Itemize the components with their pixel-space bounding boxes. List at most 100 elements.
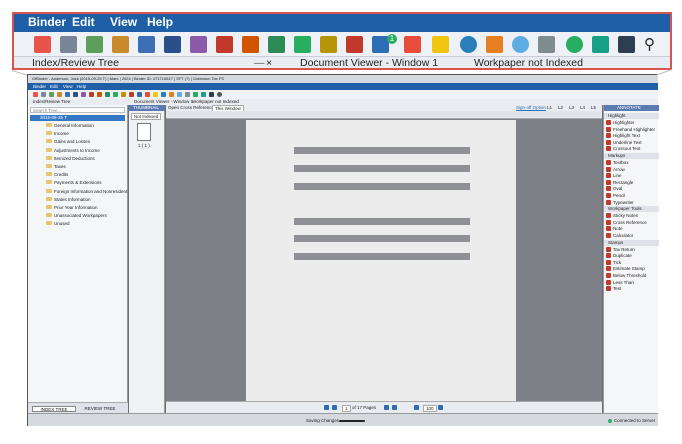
signoff-l1[interactable]: L1 <box>547 105 552 110</box>
annotate-tool-item[interactable]: Test <box>613 286 621 291</box>
print-icon[interactable] <box>60 36 77 53</box>
close-icon[interactable]: × <box>266 57 272 68</box>
move-icon[interactable] <box>73 92 78 97</box>
annotate-section-header[interactable]: Markups <box>604 153 659 159</box>
annotate-tool-item[interactable]: Rectangle <box>613 180 633 185</box>
annotate-tool-item[interactable]: Oval <box>613 186 622 191</box>
menu-binder[interactable]: Binder <box>33 84 46 89</box>
info-icon[interactable] <box>512 36 529 53</box>
forward-icon[interactable] <box>592 36 609 53</box>
next-page-icon[interactable] <box>384 405 389 410</box>
tree-item[interactable]: Prior Year Information <box>30 204 125 211</box>
scan-icon[interactable] <box>65 92 70 97</box>
document-viewer-tab[interactable]: Document Viewer - Window 1 <box>300 57 438 68</box>
annotate-tool-item[interactable]: Note <box>613 226 623 231</box>
tree-item[interactable]: Adjustments to Income <box>30 147 125 154</box>
signoff-option-link[interactable]: Sign-off Option <box>516 105 546 110</box>
tree-root-row[interactable]: 2015-09-25 T <box>30 115 125 121</box>
index-tree-tab[interactable]: INDEX TREE <box>32 406 76 412</box>
tree-item[interactable]: Unassociated Workpapers <box>30 212 125 219</box>
annotate-tool-item[interactable]: Cross Reference <box>613 220 647 225</box>
annotate-tool-item[interactable]: Freehand Highlighter <box>613 127 655 132</box>
menu-edit[interactable]: Edit <box>72 15 95 29</box>
annotate-tool-item[interactable]: Underline Text <box>613 140 642 145</box>
settings-icon[interactable] <box>185 92 190 97</box>
print-icon[interactable] <box>41 92 46 97</box>
annotate-tool-item[interactable]: Textbox <box>613 160 629 165</box>
calendar-icon[interactable] <box>346 36 363 53</box>
tree-item[interactable]: Taxes <box>30 163 125 170</box>
help-icon[interactable] <box>460 36 477 53</box>
calendar-icon[interactable] <box>129 92 134 97</box>
annotate-tool-item[interactable]: Sticky Notes <box>613 213 638 218</box>
first-page-icon[interactable] <box>324 405 329 410</box>
signoff-l4[interactable]: L4 <box>580 105 585 110</box>
stamp-icon[interactable] <box>216 36 233 53</box>
import-icon[interactable] <box>57 92 62 97</box>
menu-help[interactable]: Help <box>77 84 86 89</box>
tree-item[interactable]: Income <box>30 130 125 137</box>
tree-item[interactable]: Itemized Deductions <box>30 155 125 162</box>
annotate-tool-item[interactable]: Line <box>613 173 622 178</box>
no-icon[interactable] <box>97 92 102 97</box>
export-icon[interactable] <box>49 92 54 97</box>
sync-icon[interactable] <box>193 92 198 97</box>
tree-item[interactable]: States Information <box>30 196 125 203</box>
help-icon[interactable] <box>161 92 166 97</box>
annotate-tool-item[interactable]: Tick <box>613 260 621 265</box>
tree-item[interactable]: Foreign Information and Nonresident <box>30 188 127 195</box>
refresh-icon[interactable] <box>190 36 207 53</box>
zoom-in-icon[interactable] <box>438 405 443 410</box>
info-icon[interactable] <box>177 92 182 97</box>
annotate-tool-item[interactable]: Less Than <box>613 280 634 285</box>
tr-icon[interactable] <box>320 36 337 53</box>
signoff-l3[interactable]: L3 <box>569 105 574 110</box>
last-page-icon[interactable] <box>392 405 397 410</box>
tax2-icon[interactable] <box>294 36 311 53</box>
annotate-tool-item[interactable]: Highlighter <box>613 120 635 125</box>
annotate-tool-item[interactable]: Below Threshold <box>613 273 646 278</box>
annotate-tool-item[interactable]: Duplicate <box>613 253 632 258</box>
signoff-l2[interactable]: L2 <box>558 105 563 110</box>
annotate-section-header[interactable]: Highlight <box>604 113 659 119</box>
zoom-level-select[interactable]: 100 <box>423 405 437 412</box>
annotate-tool-item[interactable]: Crossout Text <box>613 146 640 151</box>
swap-icon[interactable] <box>404 36 421 53</box>
user-icon[interactable] <box>486 36 503 53</box>
user-icon[interactable] <box>169 92 174 97</box>
tax2-icon[interactable] <box>113 92 118 97</box>
grid-icon[interactable] <box>618 36 635 53</box>
index-review-tree-tab[interactable]: Index/Review Tree <box>32 57 119 68</box>
lock-icon[interactable] <box>153 92 158 97</box>
menu-edit[interactable]: Edit <box>50 84 58 89</box>
forward-icon[interactable] <box>201 92 206 97</box>
document-viewer-tab[interactable]: Document Viewer - Window 1 <box>134 99 193 104</box>
menu-view[interactable]: View <box>63 84 73 89</box>
move-icon[interactable] <box>164 36 181 53</box>
review-tree-tab[interactable]: REVIEW TREE <box>78 406 122 412</box>
page-number-input[interactable]: 1 <box>342 405 351 412</box>
lock-icon[interactable] <box>432 36 449 53</box>
no-icon[interactable] <box>242 36 259 53</box>
grid-icon[interactable] <box>209 92 214 97</box>
scan-icon[interactable] <box>138 36 155 53</box>
tax-icon[interactable] <box>268 36 285 53</box>
import-icon[interactable] <box>112 36 129 53</box>
refresh-icon[interactable] <box>81 92 86 97</box>
menu-view[interactable]: View <box>110 15 137 29</box>
search-tree-input[interactable]: Search Tree... <box>30 107 125 113</box>
annotate-tool-item[interactable]: Arrow <box>613 167 625 172</box>
menu-binder[interactable]: Binder <box>28 15 66 29</box>
pdf-icon[interactable] <box>34 36 51 53</box>
tree-item[interactable]: Unused <box>30 220 125 227</box>
prev-page-icon[interactable] <box>332 405 337 410</box>
annotate-tool-item[interactable]: Highlight Text <box>613 133 640 138</box>
pdf-icon[interactable] <box>33 92 38 97</box>
pin-icon[interactable]: ― <box>254 57 265 68</box>
page-thumbnail[interactable] <box>137 123 151 141</box>
settings-icon[interactable] <box>538 36 555 53</box>
annotate-tool-item[interactable]: Pencil <box>613 193 625 198</box>
zoom-out-icon[interactable] <box>414 405 419 410</box>
annotate-tool-item[interactable]: Estimate Stamp <box>613 266 645 271</box>
signoff-l5[interactable]: L5 <box>591 105 596 110</box>
